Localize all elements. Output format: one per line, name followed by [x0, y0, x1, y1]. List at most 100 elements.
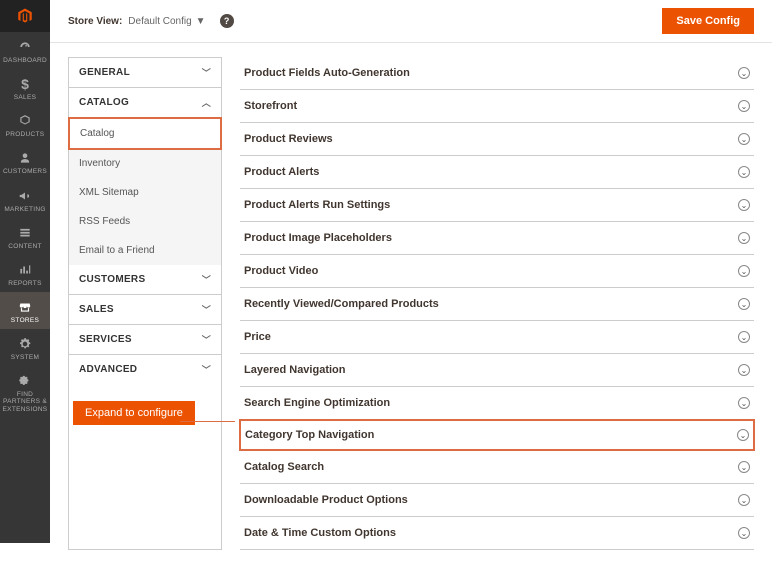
store-icon [18, 299, 32, 315]
config-group-catalog[interactable]: CATALOG ︿ [69, 88, 221, 118]
magento-icon [16, 7, 34, 25]
store-view-label: Store View: [68, 16, 122, 27]
admin-sidebar: DASHBOARD $SALES PRODUCTS CUSTOMERS MARKETIN… [0, 0, 50, 543]
nav-content[interactable]: CONTENT [0, 218, 50, 255]
annotation-line [180, 421, 235, 422]
section-title: Product Image Placeholders [244, 232, 392, 244]
section-title: Category Top Navigation [245, 429, 374, 441]
config-group-general[interactable]: GENERAL ﹀ [69, 58, 221, 88]
config-subitem-email-to-a-friend[interactable]: Email to a Friend [69, 236, 221, 265]
section-search-engine-optimization[interactable]: Search Engine Optimization ⌄ [240, 387, 754, 420]
section-layered-navigation[interactable]: Layered Navigation ⌄ [240, 354, 754, 387]
section-product-image-placeholders[interactable]: Product Image Placeholders⌄ [240, 222, 754, 255]
config-group-label: CATALOG [79, 97, 129, 108]
section-product-alerts[interactable]: Product Alerts ⌄ [240, 156, 754, 189]
nav-label: SYSTEM [11, 354, 40, 361]
config-group-label: SERVICES [79, 334, 132, 345]
bars-icon [18, 262, 32, 278]
caret-down-icon: ▼ [196, 16, 206, 27]
section-title: Layered Navigation [244, 364, 345, 376]
chevron-up-icon: ︿ [202, 96, 211, 109]
nav-partners[interactable]: FIND PARTNERS & EXTENSIONS [0, 366, 50, 417]
help-icon[interactable]: ? [220, 14, 234, 28]
section-storefront[interactable]: Storefront ⌄ [240, 90, 754, 123]
nav-dashboard[interactable]: DASHBOARD [0, 32, 50, 69]
expand-icon: ⌄ [738, 133, 750, 145]
magento-logo[interactable] [0, 0, 50, 32]
config-nav: GENERAL ﹀ CATALOG ︿ CatalogInventoryXML Site… [68, 57, 222, 550]
expand-icon: ⌄ [738, 527, 750, 539]
expand-icon: ⌄ [738, 397, 750, 409]
config-subitem-rss-feeds[interactable]: RSS Feeds [69, 207, 221, 236]
person-icon [18, 150, 32, 166]
section-catalog-search[interactable]: Catalog Search⌄ [240, 451, 754, 484]
expand-icon: ⌄ [738, 331, 750, 343]
expand-icon: ⌄ [738, 364, 750, 376]
section-title: Product Alerts [244, 166, 319, 178]
section-downloadable-product-options[interactable]: Downloadable Product Options ⌄ [240, 484, 754, 517]
nav-stores[interactable]: STORES [0, 292, 50, 329]
nav-label: CONTENT [8, 243, 42, 250]
expand-icon: ⌄ [738, 100, 750, 112]
config-subitem-inventory[interactable]: Inventory [69, 149, 221, 178]
section-date-time-custom-options[interactable]: Date & Time Custom Options ⌄ [240, 517, 754, 550]
section-product-video[interactable]: Product Video⌄ [240, 255, 754, 288]
annotation-callout: Expand to configure [73, 401, 195, 425]
megaphone-icon [18, 188, 32, 204]
nav-reports[interactable]: REPORTS [0, 255, 50, 292]
nav-label: PRODUCTS [6, 131, 45, 138]
section-product-fields-auto-generation[interactable]: Product Fields Auto-Generation ⌄ [240, 57, 754, 90]
config-subitem-xml-sitemap[interactable]: XML Sitemap [69, 178, 221, 207]
expand-icon: ⌄ [737, 429, 749, 441]
config-content: GENERAL ﹀ CATALOG ︿ CatalogInventoryXML Site… [50, 43, 772, 564]
config-subitem-catalog[interactable]: Catalog [68, 117, 222, 150]
topbar: Store View: Default Config ▼ ? Save Conf… [50, 0, 772, 43]
chevron-down-icon: ﹀ [202, 66, 211, 79]
nav-customers[interactable]: CUSTOMERS [0, 143, 50, 180]
nav-marketing[interactable]: MARKETING [0, 181, 50, 218]
puzzle-icon [18, 373, 32, 389]
section-title: Recently Viewed/Compared Products [244, 298, 439, 310]
expand-icon: ⌄ [738, 67, 750, 79]
section-product-reviews[interactable]: Product Reviews⌄ [240, 123, 754, 156]
section-title: Product Video [244, 265, 318, 277]
expand-icon: ⌄ [738, 461, 750, 473]
cube-icon [18, 113, 32, 129]
dollar-icon: $ [21, 76, 29, 92]
config-group-services[interactable]: SERVICES ﹀ [69, 325, 221, 355]
chevron-down-icon: ﹀ [202, 333, 211, 346]
section-product-alerts-run-settings[interactable]: Product Alerts Run Settings⌄ [240, 189, 754, 222]
config-group-label: CUSTOMERS [79, 274, 145, 285]
nav-label: REPORTS [8, 280, 41, 287]
config-group-sales[interactable]: SALES﹀ [69, 295, 221, 325]
section-title: Product Alerts Run Settings [244, 199, 390, 211]
section-title: Price [244, 331, 271, 343]
expand-icon: ⌄ [738, 494, 750, 506]
nav-sales[interactable]: $SALES [0, 69, 50, 106]
config-group-advanced[interactable]: ADVANCED﹀ [69, 355, 221, 384]
chevron-down-icon: ﹀ [202, 363, 211, 376]
config-subitems: CatalogInventoryXML SitemapRSS FeedsEmai… [69, 117, 221, 265]
section-recently-viewed-compared-products[interactable]: Recently Viewed/Compared Products⌄ [240, 288, 754, 321]
nav-system[interactable]: SYSTEM [0, 329, 50, 366]
nav-label: FIND PARTNERS & EXTENSIONS [0, 391, 50, 412]
section-title: Product Fields Auto-Generation [244, 67, 410, 79]
save-config-button[interactable]: Save Config [662, 8, 754, 34]
section-category-top-navigation[interactable]: Category Top Navigation ⌄ [239, 419, 755, 451]
nav-products[interactable]: PRODUCTS [0, 106, 50, 143]
config-group-label: SALES [79, 304, 114, 315]
gauge-icon [18, 39, 32, 55]
config-group-customers[interactable]: CUSTOMERS﹀ [69, 265, 221, 295]
section-price[interactable]: Price ⌄ [240, 321, 754, 354]
config-group-label: GENERAL [79, 67, 130, 78]
nav-label: DASHBOARD [3, 57, 47, 64]
nav-label: MARKETING [4, 206, 45, 213]
expand-icon: ⌄ [738, 166, 750, 178]
store-view-select[interactable]: Default Config ▼ [128, 16, 205, 27]
nav-label: STORES [11, 317, 39, 324]
section-title: Search Engine Optimization [244, 397, 390, 409]
section-title: Date & Time Custom Options [244, 527, 396, 539]
section-title: Downloadable Product Options [244, 494, 408, 506]
section-title: Storefront [244, 100, 297, 112]
store-view-value: Default Config [128, 16, 191, 27]
